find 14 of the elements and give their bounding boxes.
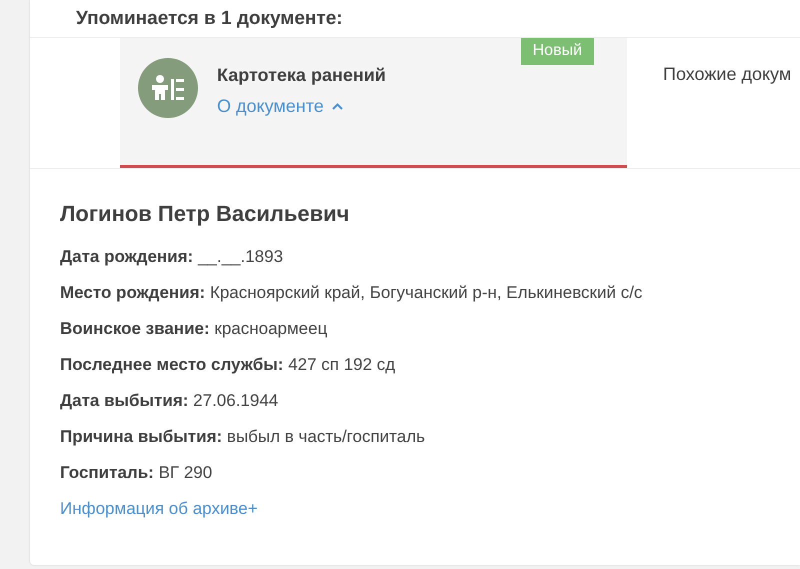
info-field: Госпиталь: ВГ 290	[60, 455, 800, 491]
info-field: Место рождения: Красноярский край, Богучанский р-н, Елькиневский с/с	[60, 275, 800, 311]
info-field: Причина выбытия: выбыл в часть/госпиталь	[60, 419, 800, 455]
section-heading: Упоминается в 1 документе:	[75, 7, 344, 31]
similar-documents-tab[interactable]: Похожие докум	[657, 38, 798, 86]
document-title: Картотека ранений	[217, 65, 386, 86]
info-field: Дата выбытия: 27.06.1944	[60, 383, 800, 419]
new-badge: Новый	[520, 38, 594, 65]
info-field: Воинское звание: красноармеец	[60, 311, 800, 347]
person-name: Логинов Петр Васильевич	[60, 201, 350, 227]
document-card[interactable]: Картотека ранений О документе Новый	[120, 38, 627, 168]
person-list-icon	[138, 58, 198, 118]
info-field: Последнее место службы: 427 сп 192 сд	[60, 347, 800, 383]
info-field: Дата рождения: __.__.1893	[60, 239, 800, 275]
